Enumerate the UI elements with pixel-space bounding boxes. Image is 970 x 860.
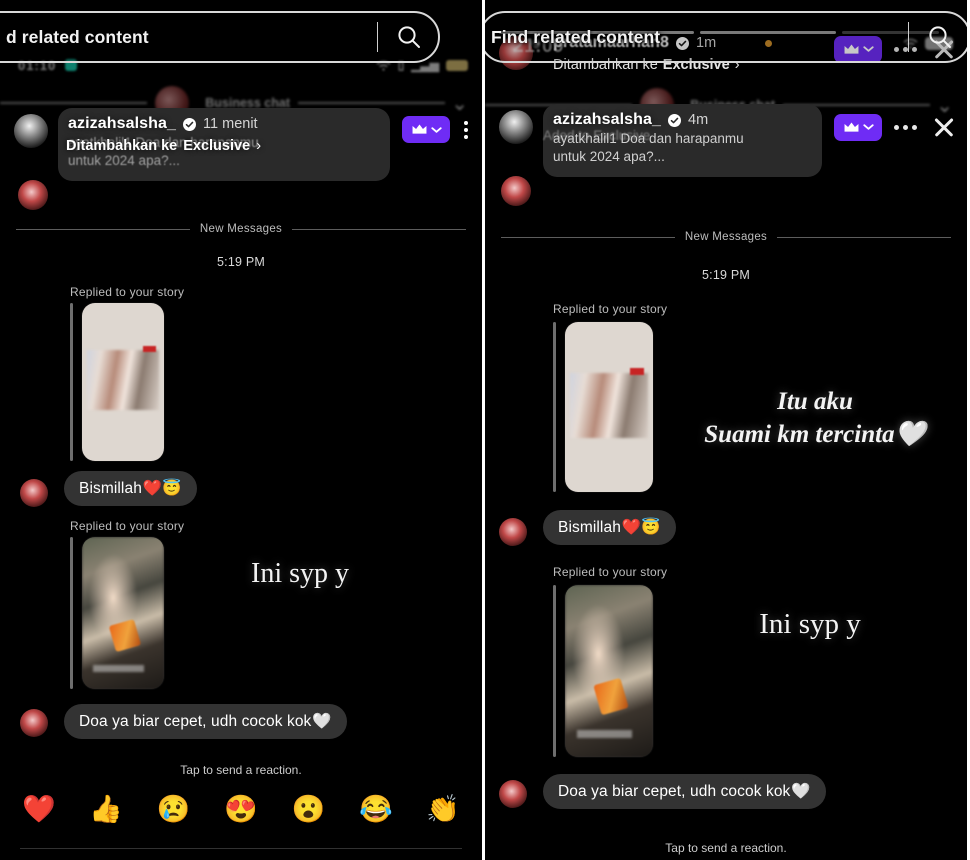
- message-text: Doa ya biar cepet, udh cocok kok: [558, 782, 791, 800]
- battery-icon: [446, 59, 468, 71]
- reaction-heart-eyes[interactable]: 😍: [224, 796, 258, 823]
- search-icon[interactable]: [911, 24, 967, 50]
- replied-to-story-label: Replied to your story: [553, 302, 668, 316]
- new-messages-label: New Messages: [684, 231, 768, 243]
- story-overlay-line1: Itu aku: [777, 388, 853, 415]
- reaction-hint-right: Tap to send a reaction.: [665, 841, 787, 855]
- message-text: Bismillah: [79, 479, 142, 497]
- avatar: [499, 518, 527, 546]
- close-icon[interactable]: [929, 112, 959, 142]
- avatar: [499, 780, 527, 808]
- story-thumbnail-image[interactable]: [82, 537, 164, 689]
- story-overlay-line2: Suami km tercinta🤍: [704, 421, 926, 448]
- verified-badge-icon: [183, 117, 197, 131]
- exclusive-overlay-prefix: Ditambahkan ke: [66, 137, 178, 154]
- search-icon[interactable]: [380, 24, 438, 50]
- avatar[interactable]: [14, 114, 48, 148]
- crown-icon: [412, 124, 426, 134]
- reaction-laugh[interactable]: 😂: [359, 796, 393, 823]
- story-reply-bar: [553, 322, 556, 492]
- story-overlay-text-1: Itu aku Suami km tercinta🤍: [675, 385, 955, 451]
- message-emoji: 🤍: [312, 713, 332, 730]
- story-thumbnail-image[interactable]: [82, 303, 164, 461]
- exclusive-crown-button[interactable]: [402, 116, 450, 143]
- notification-preview-line2: untuk 2024 apa?...: [68, 153, 180, 168]
- reaction-surprised[interactable]: 😮: [292, 796, 326, 823]
- avatar: [18, 180, 48, 210]
- chevron-down-icon: [430, 126, 442, 133]
- story-thumbnail-image[interactable]: [565, 585, 653, 757]
- replied-to-story-label: Replied to your story: [70, 285, 185, 299]
- message-bubble[interactable]: Doa ya biar cepet, udh cocok kok 🤍: [64, 704, 347, 739]
- exclusive-crown-button[interactable]: [834, 113, 882, 141]
- kebab-menu-icon[interactable]: [458, 120, 474, 139]
- story-thumbnail-image[interactable]: [565, 322, 653, 492]
- search-input-text-right[interactable]: Find related content: [485, 27, 908, 48]
- chevron-down-icon: [862, 124, 874, 130]
- avatar: [501, 176, 531, 206]
- message-bubble[interactable]: Bismillah ❤️😇: [543, 510, 676, 545]
- story-reply-bar: [70, 537, 73, 689]
- exclusive-overlay-bold: Exclusive: [183, 137, 251, 154]
- reaction-cry[interactable]: 😢: [157, 796, 191, 823]
- message-emoji: 🤍: [791, 783, 811, 800]
- new-messages-divider-right: New Messages: [485, 231, 967, 243]
- message-text: Bismillah: [558, 518, 621, 536]
- notification-time: 4m: [688, 112, 709, 128]
- avatar: [20, 709, 48, 737]
- message-text: Doa ya biar cepet, udh cocok kok: [79, 712, 312, 730]
- message-bubble[interactable]: Bismillah ❤️😇: [64, 471, 197, 506]
- find-related-content-search-right[interactable]: Find related content: [485, 11, 967, 63]
- story-reply-thumbnail-2[interactable]: [553, 585, 653, 757]
- verified-badge-icon: [668, 113, 682, 127]
- story-reply-bar: [70, 303, 73, 461]
- story-overlay-text: Ini syp y: [251, 558, 349, 589]
- message-bubble[interactable]: Doa ya biar cepet, udh cocok kok 🤍: [543, 774, 826, 809]
- replied-to-story-label: Replied to your story: [553, 565, 668, 579]
- new-messages-divider-left: New Messages: [0, 223, 482, 235]
- story-overlay-emoji: 🤍: [894, 421, 926, 448]
- story-reply-thumbnail-2[interactable]: [70, 537, 164, 689]
- story-reply-thumbnail-1[interactable]: [70, 303, 164, 461]
- bottom-hairline-left: [20, 848, 462, 849]
- notification-preview-line2: untuk 2024 apa?...: [553, 149, 665, 164]
- reaction-hint-left: Tap to send a reaction.: [180, 763, 302, 777]
- new-messages-label: New Messages: [199, 223, 283, 235]
- conversation-timestamp-left: 5:19 PM: [217, 255, 265, 269]
- notification-username[interactable]: azizahsalsha_: [68, 115, 176, 133]
- conversation-timestamp-right: 5:19 PM: [702, 268, 750, 282]
- avatar[interactable]: [499, 110, 533, 144]
- ghost-added-to-exclusive: Aded to Exclusive: [543, 128, 651, 143]
- reaction-thumbs-up[interactable]: 👍: [89, 796, 123, 823]
- replied-to-story-label: Replied to your story: [70, 519, 185, 533]
- dots-menu-icon[interactable]: [890, 124, 921, 130]
- notification-header: azizahsalsha_ 11 menit: [68, 115, 390, 133]
- notification-actions: [402, 116, 474, 143]
- screenshot-stage: d related content 01:10 ▯ ▁▃▅ Business c…: [0, 0, 970, 860]
- reaction-bar-left[interactable]: ❤️ 👍 😢 😍 😮 😂 👏: [22, 796, 460, 823]
- exclusive-overlay-banner-left[interactable]: Ditambahkan ke Exclusive ›: [66, 137, 261, 154]
- story-reply-bar: [553, 585, 556, 757]
- search-divider-left: [376, 22, 378, 52]
- reaction-clap[interactable]: 👏: [426, 796, 460, 823]
- right-screenshot-panel: Find related content 21:09: [485, 0, 967, 860]
- chevron-right-icon: ›: [256, 137, 262, 154]
- avatar: [20, 479, 48, 507]
- search-input-text-left[interactable]: d related content: [0, 27, 377, 48]
- left-screenshot-panel: d related content 01:10 ▯ ▁▃▅ Business c…: [0, 0, 482, 860]
- reaction-heart[interactable]: ❤️: [22, 796, 56, 823]
- message-emoji: ❤️😇: [621, 519, 661, 536]
- message-emoji: ❤️😇: [142, 480, 182, 497]
- find-related-content-search-left[interactable]: d related content: [0, 11, 440, 63]
- notification-time: 11 menit: [203, 116, 258, 132]
- crown-icon: [844, 121, 858, 132]
- story-reply-thumbnail-1[interactable]: [553, 322, 653, 492]
- search-divider-right: [907, 22, 909, 52]
- notification-actions: [834, 112, 959, 142]
- story-overlay-text-2: Ini syp y: [759, 608, 861, 640]
